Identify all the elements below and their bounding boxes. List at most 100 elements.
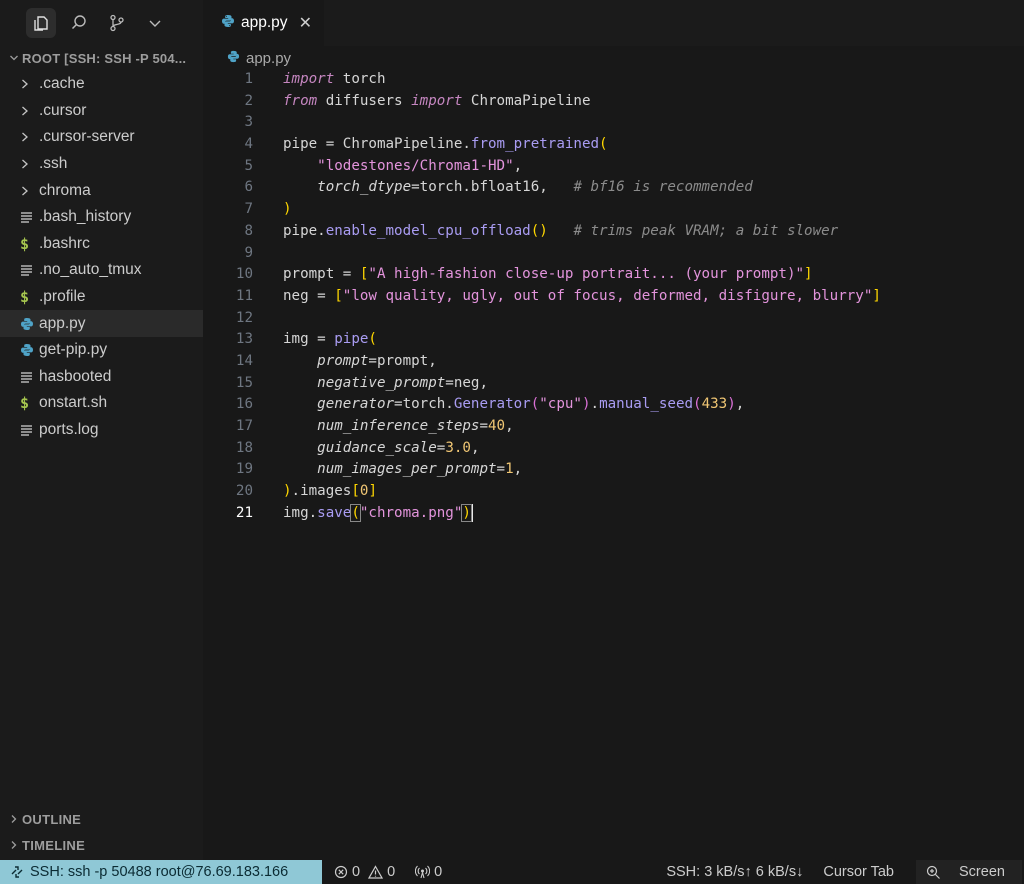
tree-item-label: .profile xyxy=(39,288,86,306)
timeline-label: TIMELINE xyxy=(22,837,86,853)
line-number: 10 xyxy=(235,266,253,283)
line-number: 21 xyxy=(235,504,253,521)
file-item[interactable]: ports.log xyxy=(0,417,203,444)
line-number: 20 xyxy=(235,483,253,500)
line-number: 2 xyxy=(244,92,253,109)
line-number: 7 xyxy=(244,201,253,218)
remote-icon xyxy=(11,866,23,878)
code-text: import torch xyxy=(283,71,386,87)
folder-item[interactable]: .cursor xyxy=(0,98,203,125)
root-label: ROOT [SSH: SSH -P 504... xyxy=(22,50,187,66)
ports-indicator[interactable]: 0 xyxy=(415,864,442,880)
timeline-section[interactable]: TIMELINE xyxy=(0,832,203,858)
ssh-traffic: SSH: 3 kB/s↑ 6 kB/s↓ xyxy=(666,864,803,880)
code-text: prompt=prompt, xyxy=(317,352,437,369)
chevron-down-icon xyxy=(6,53,22,63)
text-cursor xyxy=(470,503,473,522)
file-item[interactable]: get-pip.py xyxy=(0,337,203,364)
chevron-right-icon xyxy=(20,158,39,170)
status-bar: SSH: ssh -p 50488 root@76.69.183.166 0 0… xyxy=(0,860,1024,884)
error-count: 0 xyxy=(352,864,361,880)
file-item[interactable]: $ onstart.sh xyxy=(0,390,203,417)
files-icon xyxy=(34,16,48,31)
chevron-down-icon xyxy=(149,20,161,27)
search-button[interactable] xyxy=(64,8,94,38)
code-text: negative_prompt=neg, xyxy=(317,374,489,391)
code-line: 2 from diffusers import ChromaPipeline xyxy=(203,91,1024,113)
code-text: pipe.enable_model_cpu_offload() # trims … xyxy=(283,222,839,239)
code-line: 8 pipe.enable_model_cpu_offload() # trims… xyxy=(203,221,1024,243)
code-line: 10 prompt = ["A high-fashion close-up por… xyxy=(203,264,1024,286)
code-editor[interactable]: 1 import torch 2 from diffusers import Chr… xyxy=(203,69,1024,524)
file-item[interactable]: $ .bashrc xyxy=(0,231,203,258)
tree-item-label: .cursor xyxy=(39,101,87,119)
code-text: ).images[0] xyxy=(283,483,377,500)
code-text: prompt = ["A high-fashion close-up portr… xyxy=(283,266,813,283)
code-text: generator=torch.Generator("cpu").manual_… xyxy=(317,396,745,413)
close-icon[interactable]: ✕ xyxy=(299,13,312,33)
more-views-button[interactable] xyxy=(140,8,170,38)
error-icon xyxy=(334,865,348,879)
line-number: 3 xyxy=(244,114,253,131)
cursor-tab-button[interactable]: Cursor Tab xyxy=(823,864,894,880)
explorer-root-header[interactable]: ROOT [SSH: SSH -P 504... xyxy=(0,46,203,70)
code-line: 5 "lodestones/Chroma1-HD", xyxy=(203,156,1024,178)
code-line: 19 num_images_per_prompt=1, xyxy=(203,459,1024,481)
file-item[interactable]: .bash_history xyxy=(0,204,203,231)
tree-item-label: get-pip.py xyxy=(39,341,108,359)
line-number: 11 xyxy=(235,287,253,304)
file-item[interactable]: app.py xyxy=(0,310,203,337)
line-number: 13 xyxy=(235,331,253,348)
explorer-button[interactable] xyxy=(26,8,56,38)
source-control-button[interactable] xyxy=(102,8,132,38)
dollar-icon: $ xyxy=(20,234,30,253)
screen-button[interactable]: Screen xyxy=(916,860,1022,884)
breadcrumb-file[interactable]: app.py xyxy=(246,50,291,67)
code-text: img = pipe( xyxy=(283,331,377,348)
tree-item-label: app.py xyxy=(39,314,86,332)
line-number: 8 xyxy=(244,222,253,239)
broadcast-icon xyxy=(415,865,431,879)
remote-indicator[interactable]: SSH: ssh -p 50488 root@76.69.183.166 xyxy=(0,860,322,884)
folder-item[interactable]: .cache xyxy=(0,71,203,98)
code-line: 17 num_inference_steps=40, xyxy=(203,416,1024,438)
warning-count: 0 xyxy=(387,864,396,880)
outline-section[interactable]: OUTLINE xyxy=(0,806,203,832)
outline-label: OUTLINE xyxy=(22,811,82,827)
tree-item-label: .bashrc xyxy=(39,234,90,252)
line-number: 12 xyxy=(235,309,253,326)
code-line: 11 neg = ["low quality, ugly, out of focu… xyxy=(203,286,1024,308)
file-item[interactable]: $ .profile xyxy=(0,284,203,311)
activity-bar xyxy=(0,0,203,46)
search-icon xyxy=(71,15,86,30)
tree-item-label: hasbooted xyxy=(39,367,112,385)
line-number: 15 xyxy=(235,374,253,391)
tree-item-label: ports.log xyxy=(39,421,99,439)
folder-item[interactable]: .cursor-server xyxy=(0,124,203,151)
line-number: 5 xyxy=(244,157,253,174)
tree-item-label: .cache xyxy=(39,75,85,93)
code-text: num_inference_steps=40, xyxy=(317,418,514,434)
file-item[interactable]: hasbooted xyxy=(0,364,203,391)
zoom-icon xyxy=(926,865,940,879)
code-text: ) xyxy=(283,201,292,218)
tree-item-label: .no_auto_tmux xyxy=(39,261,142,279)
breadcrumb: app.py xyxy=(203,46,1024,70)
file-tree: .cache .cursor .cursor-server .ssh chroma .ba… xyxy=(0,71,203,443)
problems-indicator[interactable]: 0 0 xyxy=(334,864,395,880)
folder-item[interactable]: .ssh xyxy=(0,151,203,178)
code-line: 6 torch_dtype=torch.bfloat16, # bf16 is … xyxy=(203,177,1024,199)
explorer-sidebar: ROOT [SSH: SSH -P 504... .cache .cursor .c… xyxy=(0,0,203,860)
line-number: 19 xyxy=(235,461,253,478)
ssh-traffic-label: SSH: 3 kB/s↑ 6 kB/s↓ xyxy=(666,864,804,880)
code-text: neg = ["low quality, ugly, out of focus,… xyxy=(283,287,881,304)
tab-app-py[interactable]: app.py ✕ xyxy=(203,0,324,46)
file-item[interactable]: .no_auto_tmux xyxy=(0,257,203,284)
tab-bar: app.py ✕ xyxy=(203,0,1024,46)
dollar-icon: $ xyxy=(20,394,30,413)
folder-item[interactable]: chroma xyxy=(0,177,203,204)
code-text: pipe = ChromaPipeline.from_pretrained( xyxy=(283,136,608,153)
tree-item-label: .ssh xyxy=(39,155,68,173)
